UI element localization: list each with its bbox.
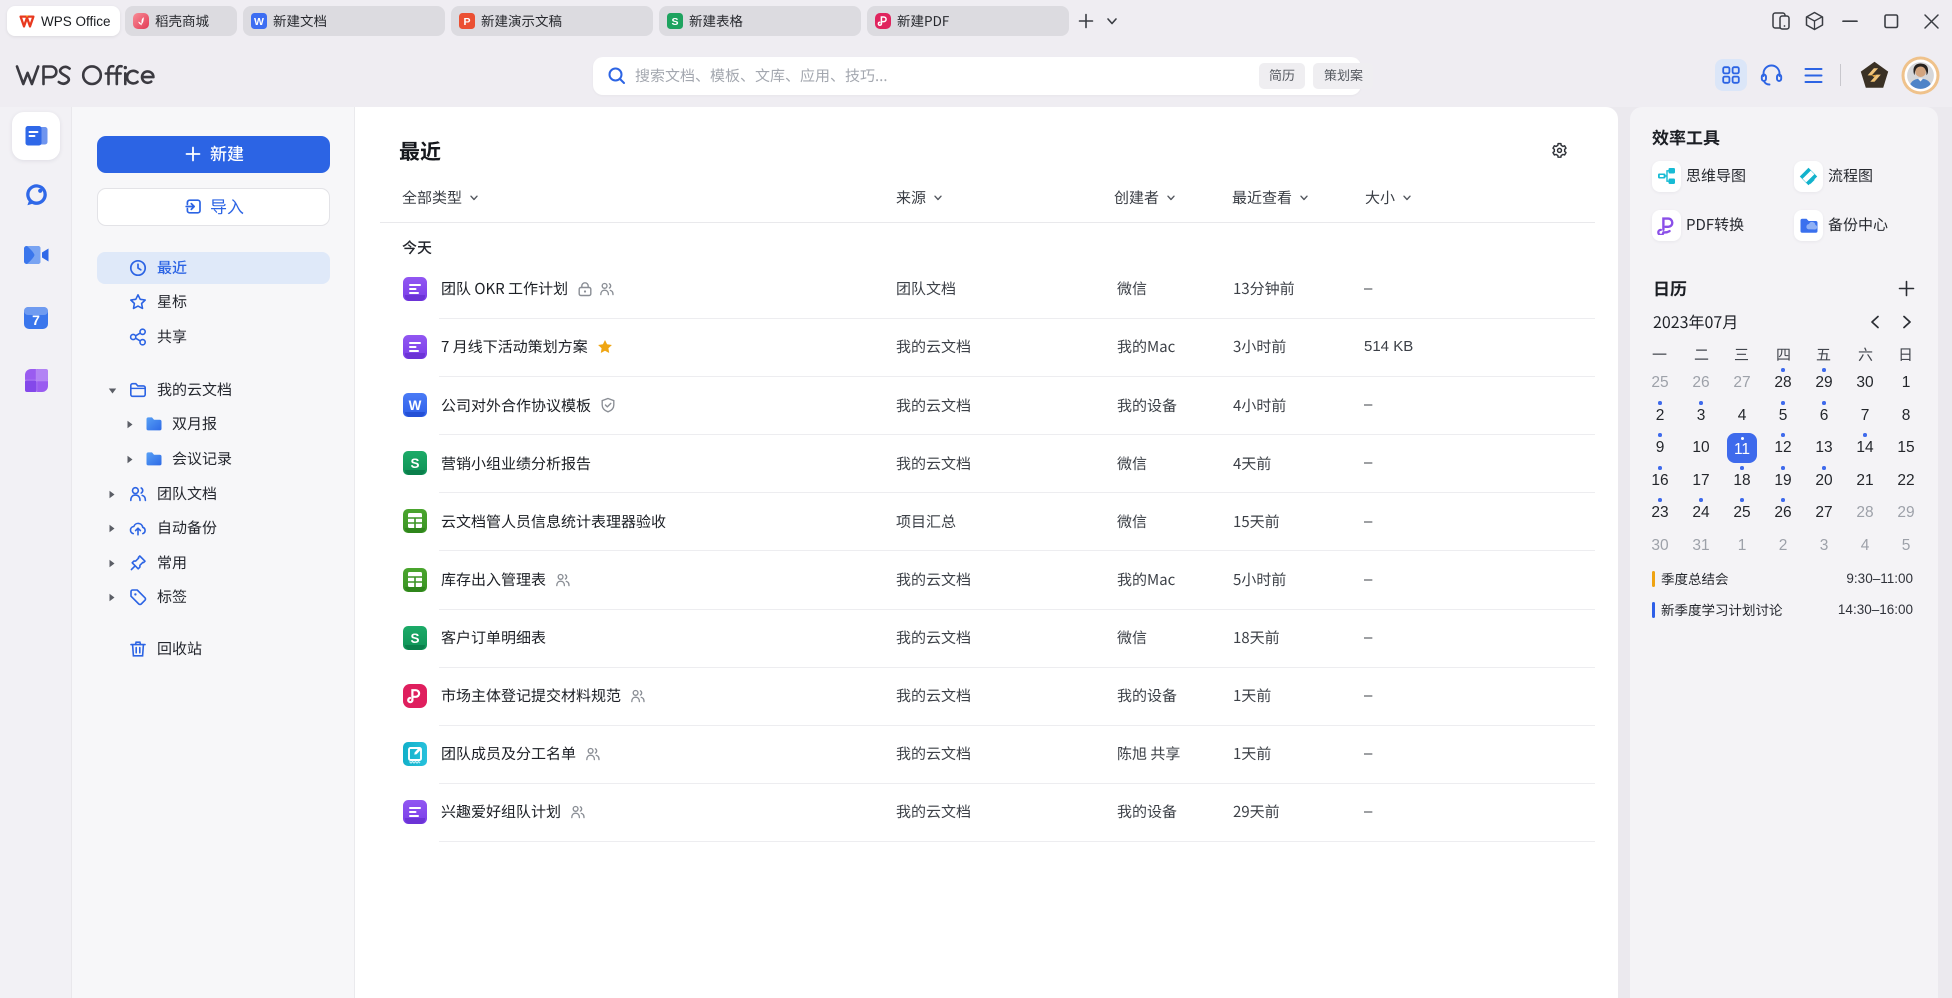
svg-text:P: P (463, 16, 470, 28)
svg-text:S: S (410, 456, 419, 471)
svg-text:W: W (254, 16, 264, 28)
svg-text:W: W (409, 398, 422, 413)
svg-text:S: S (410, 631, 419, 646)
svg-text:7: 7 (32, 312, 40, 328)
svg-text:S: S (671, 16, 678, 28)
